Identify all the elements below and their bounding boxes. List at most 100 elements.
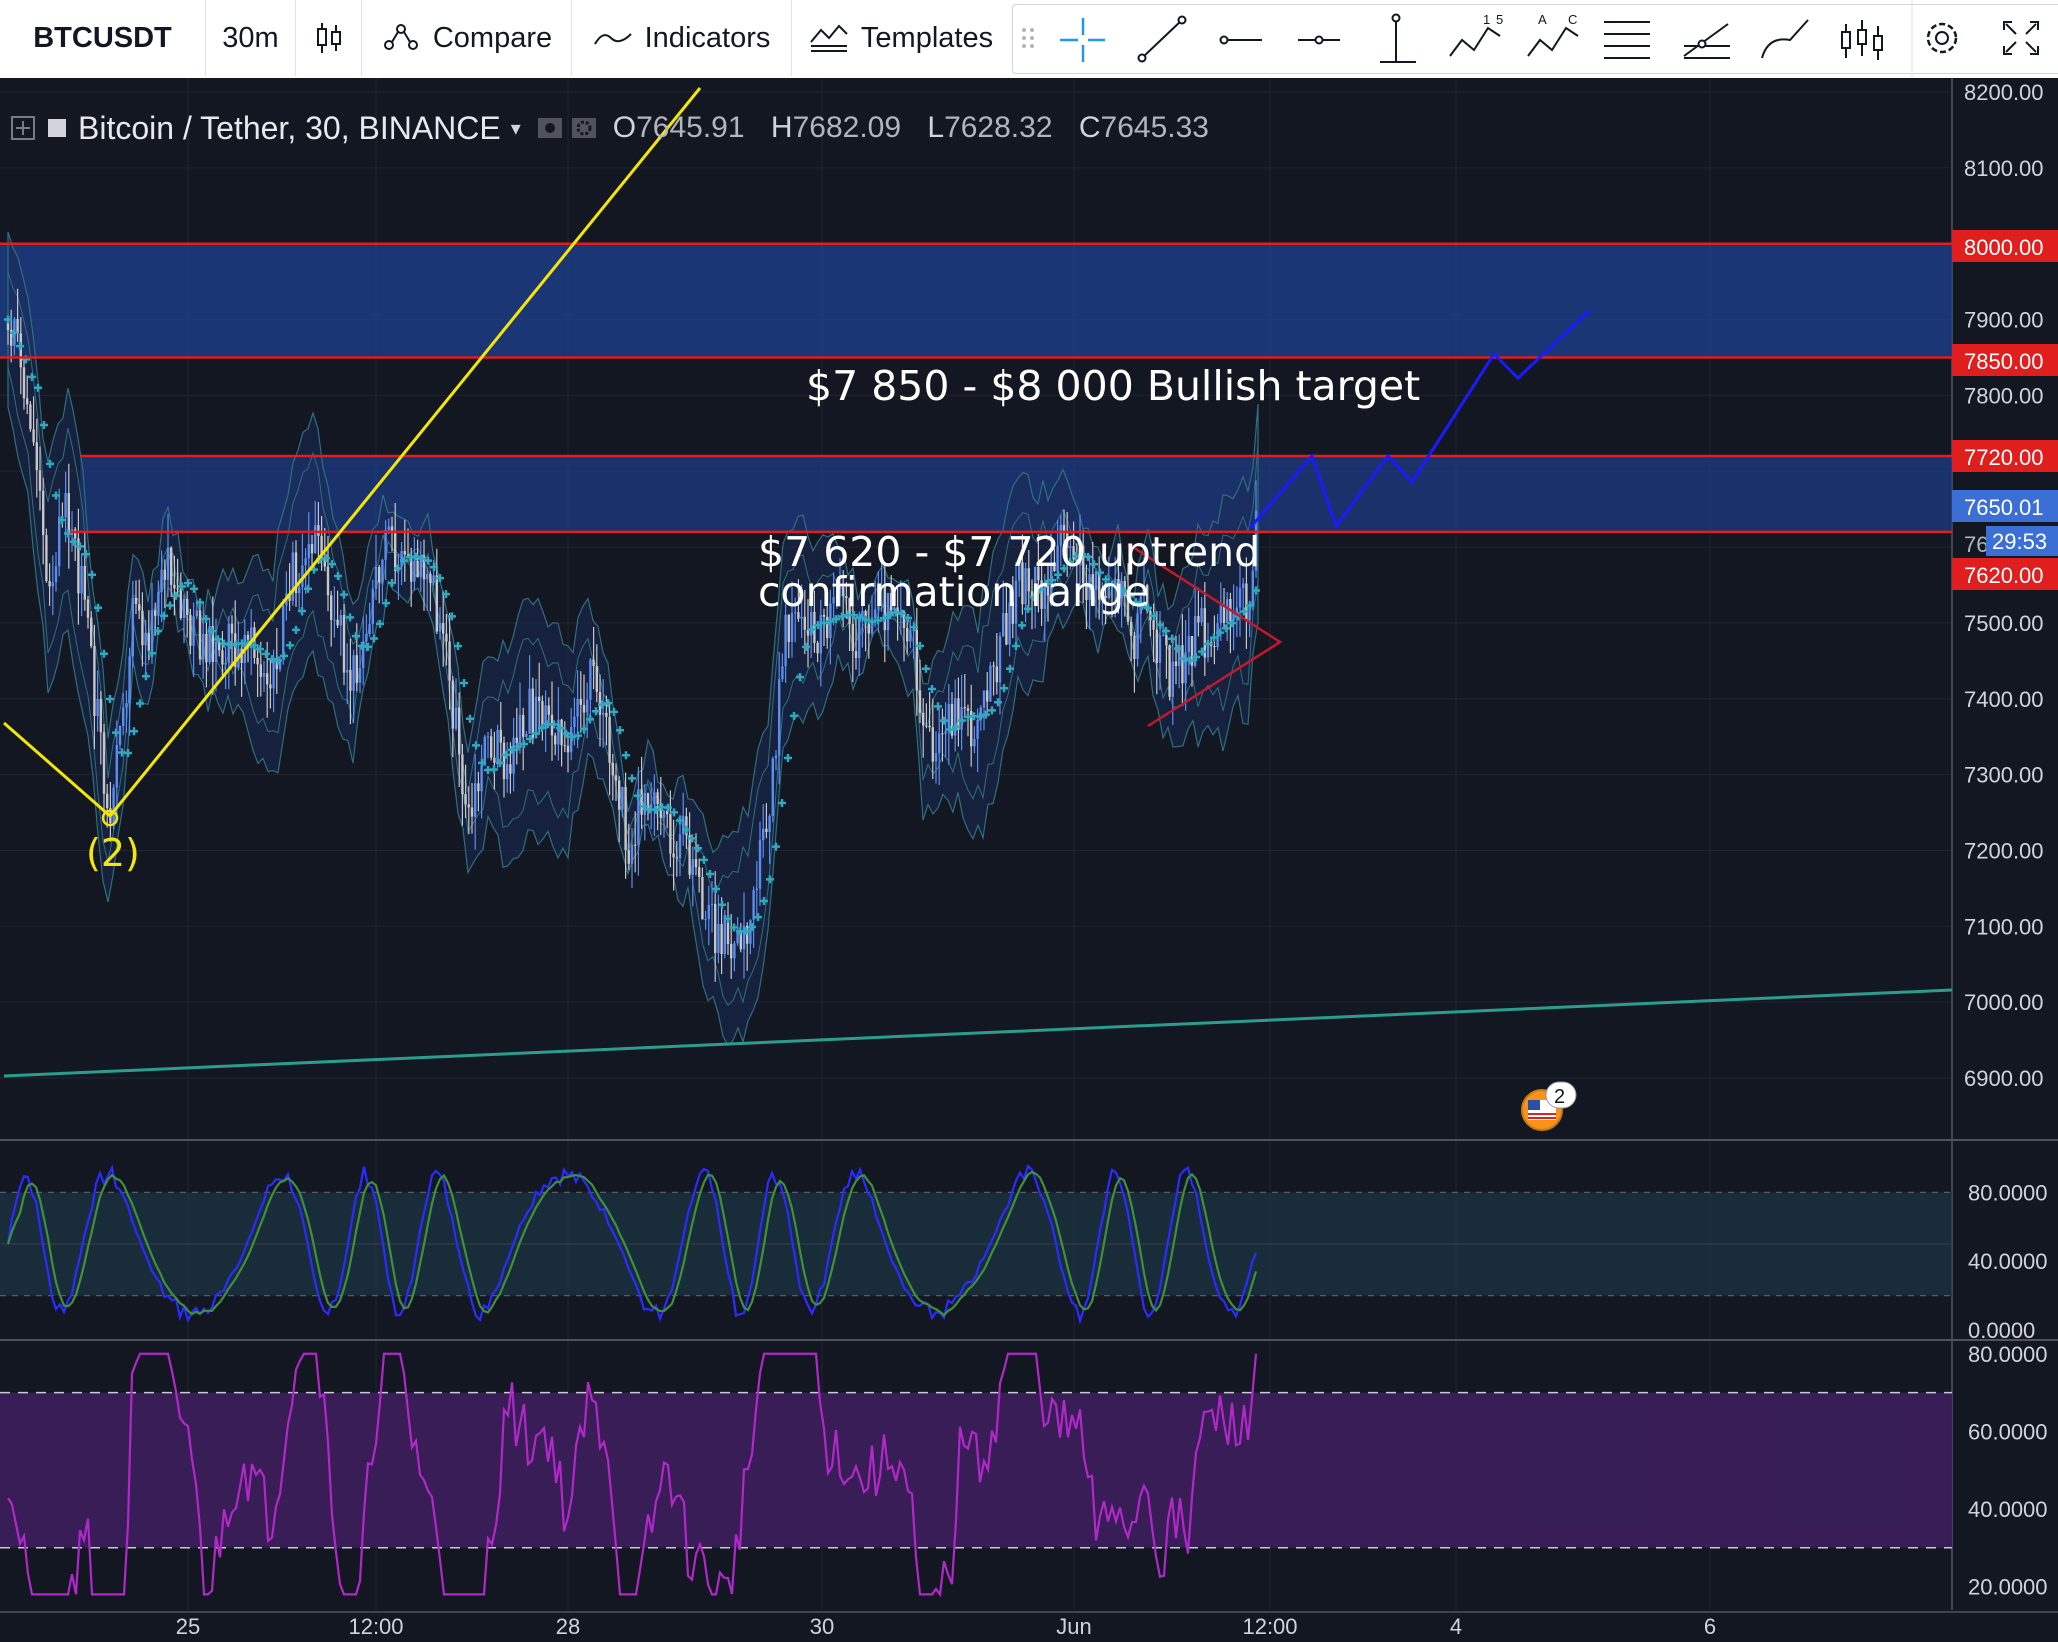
brush-icon[interactable] [1761,19,1809,59]
candle-body [182,598,186,619]
chart-canvas[interactable]: 6900.00 7000.00 7100.00 7200.00 7300.00 7400.… [0,78,2058,1642]
candle-body [445,633,448,642]
fullscreen-icon[interactable] [2003,21,2039,55]
candle-body [982,690,986,708]
candle-body [483,736,486,766]
candle-body [579,698,582,705]
badge-last-price: 7650.01 [1952,490,2058,522]
candle-body [765,828,768,833]
candle-body [992,665,995,667]
candle-body [458,707,461,755]
candle-body [442,622,445,634]
candle-body [563,745,566,747]
candle-body [698,867,701,878]
candle-body [198,610,202,660]
bars-pattern-icon[interactable] [1841,20,1883,60]
candle-body [512,737,515,774]
candle-body [144,632,147,646]
time-tick-label: 12:00 [348,1614,403,1639]
candle-body [189,614,192,646]
svg-text:7720.00: 7720.00 [1964,445,2044,470]
drag-handle-icon[interactable] [1022,28,1034,48]
candle-body [35,442,38,471]
crosshair-icon[interactable] [1060,18,1105,62]
candle-body [589,659,592,700]
candle-body [310,543,314,554]
time-tick-label: 28 [556,1614,580,1639]
rsi-band [0,1392,1952,1548]
candle-body [1174,661,1178,667]
candle-body [90,617,93,647]
candle-body [733,943,736,959]
candle-body [106,793,109,809]
candle-body [99,699,102,733]
vertical-measure-icon[interactable] [1380,13,1416,63]
candle-body [435,575,438,632]
candle-body [477,783,480,792]
drawing-tools: 1 5 A C [1022,0,2039,78]
candle-body [387,526,390,530]
fib-fan-icon[interactable] [1683,23,1730,59]
candle-body [963,707,966,709]
series-color-icon [48,119,66,137]
abc-pattern-icon[interactable]: A C [1527,12,1579,57]
candle-body [96,699,99,717]
candle-body [634,844,637,846]
horizontal-ray-icon[interactable] [1219,35,1263,45]
candle-body [467,804,470,808]
candle-body [774,755,778,759]
time-tick-label: 6 [1704,1614,1716,1639]
candle-body [762,828,765,841]
candle-body [816,642,819,654]
candle-body [374,566,378,589]
wave-pattern-icon[interactable]: 1 5 [1449,12,1503,57]
candle-body [54,566,58,583]
candle-body [86,599,90,618]
hide-eye-icon[interactable] [537,115,563,141]
legend-dropdown-icon[interactable]: ▾ [511,116,521,141]
candle-body [723,915,726,955]
candle-body [995,666,998,683]
candle-body [115,744,118,788]
price-tick-label: 7500.00 [1964,611,2044,636]
candle-body [515,737,518,744]
candle-body [205,633,208,663]
expand-plus-icon[interactable] [10,115,36,141]
price-tick-label: 7900.00 [1964,308,2044,333]
candle-body [717,923,720,953]
candle-body [595,666,598,692]
fib-retracement-icon[interactable] [1604,21,1650,59]
badge-countdown: 29:53 [1986,526,2058,556]
candle-body [230,623,234,634]
svg-text:5: 5 [1496,12,1503,27]
candle-body [112,787,115,824]
candle-body [173,584,176,589]
bullish-target-zone [0,243,1952,358]
svg-text:7620.00: 7620.00 [1964,563,2044,588]
candle-body [931,727,934,762]
legend-title[interactable]: Bitcoin / Tether, 30, BINANCE [78,110,501,147]
candle-body [48,581,51,587]
candle-body [272,659,275,689]
candle-body [918,690,922,713]
candle-body [298,587,301,594]
series-settings-icon[interactable] [571,115,597,141]
candle-body [438,622,442,632]
candle-body [768,816,771,833]
candle-body [758,840,762,889]
candle-body [752,890,755,920]
candle-body [778,679,781,756]
horizontal-line-icon[interactable] [1298,35,1340,45]
candle-body [134,597,138,605]
svg-text:1: 1 [1483,12,1490,27]
candle-body [1219,605,1222,624]
trend-line-icon[interactable] [1137,15,1187,63]
candle-body [813,611,816,643]
candle-body [314,525,317,554]
chart-area[interactable]: 6900.00 7000.00 7100.00 7200.00 7300.00 7400.… [0,78,2058,1642]
settings-gear-icon[interactable] [1926,22,1958,54]
badge-7620: 7620.00 [1952,558,2058,590]
candle-body [102,732,106,794]
candle-body [694,859,698,868]
candle-body [858,617,861,658]
